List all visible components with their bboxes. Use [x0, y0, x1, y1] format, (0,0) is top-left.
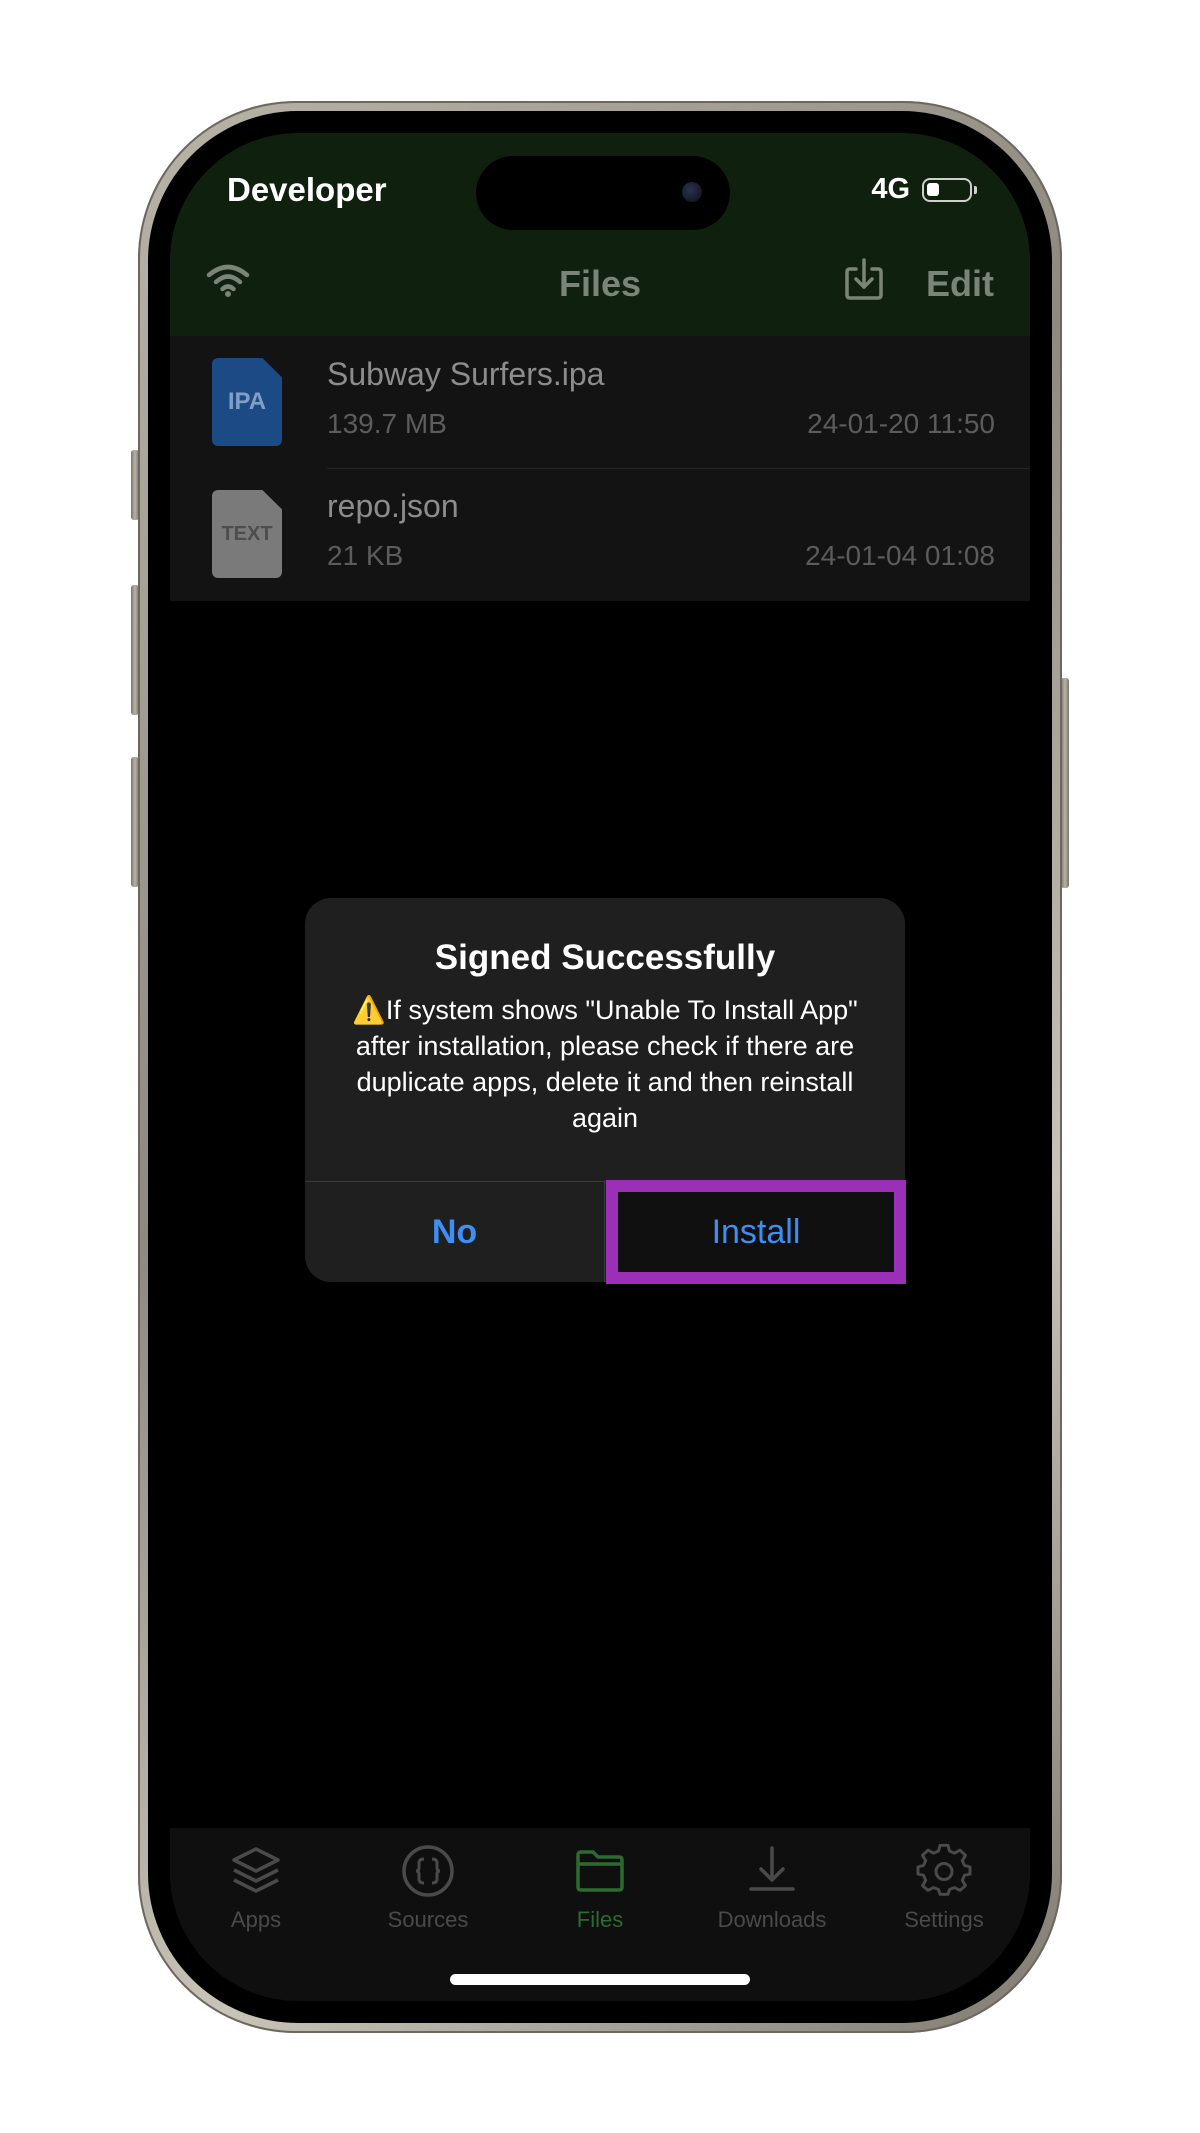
download-icon [749, 1846, 795, 1891]
alert-title: Signed Successfully [434, 938, 776, 977]
battery-icon [922, 177, 977, 202]
tab-label: Apps [230, 1907, 282, 1932]
folder-icon [576, 1850, 624, 1892]
file-size: 139.7 MB [327, 408, 447, 439]
tab-downloads[interactable]: Downloads [686, 1843, 858, 1953]
file-name: Subway Surfers.ipa [327, 356, 605, 392]
dynamic-island [476, 156, 730, 230]
file-size: 21 KB [327, 540, 404, 571]
camera-icon [682, 182, 702, 202]
edit-button[interactable]: Edit [926, 263, 994, 305]
tab-files[interactable]: Files [514, 1843, 686, 1953]
file-row[interactable]: IPA Subway Surfers.ipa 139.7 MB 24-01-20… [170, 336, 1030, 469]
network-label: 4G [871, 173, 910, 205]
page-title: Files [558, 263, 642, 304]
power-button [1061, 678, 1069, 888]
signed-alert-dialog: Signed Successfully ⚠️If system shows "U… [305, 898, 906, 1284]
tab-label: Files [576, 1907, 624, 1932]
file-row[interactable]: TEXT repo.json 21 KB 24-01-04 01:08 [170, 469, 1030, 601]
layers-icon [232, 1847, 280, 1893]
home-indicator[interactable] [450, 1974, 750, 1985]
carrier-label: Developer [227, 171, 387, 208]
tab-label: Settings [904, 1907, 984, 1932]
file-date: 24-01-20 11:50 [807, 408, 995, 439]
battery-level [927, 182, 939, 196]
gear-icon [916, 1843, 972, 1896]
file-date: 24-01-04 01:08 [805, 540, 995, 571]
tab-settings[interactable]: Settings [858, 1843, 1030, 1953]
status-indicators: 4G [871, 173, 977, 206]
tab-label: Sources [387, 1907, 469, 1932]
text-file-icon: TEXT [212, 490, 282, 578]
battery-tip [974, 185, 977, 194]
braces-icon [402, 1845, 454, 1897]
download-tray-icon[interactable] [842, 257, 886, 301]
file-name: repo.json [327, 488, 459, 524]
tab-label: Downloads [717, 1907, 827, 1932]
alert-message: ⚠️If system shows "Unable To Install App… [352, 995, 858, 1133]
file-list: IPA Subway Surfers.ipa 139.7 MB 24-01-20… [170, 336, 1030, 601]
alert-button-divider [604, 1182, 605, 1282]
screenshot-stage: Developer 4G Files Edit IPA Subway Surfe… [0, 0, 1200, 2133]
ipa-file-icon: IPA [212, 358, 282, 446]
no-button[interactable]: No [305, 1182, 604, 1282]
phone-screen: Developer 4G Files Edit IPA Subway Surfe… [170, 133, 1030, 2001]
tab-apps[interactable]: Apps [170, 1843, 342, 1953]
top-bar: Developer 4G Files Edit [170, 133, 1030, 336]
tab-sources[interactable]: Sources [342, 1843, 514, 1953]
install-button[interactable]: Install [606, 1180, 906, 1284]
